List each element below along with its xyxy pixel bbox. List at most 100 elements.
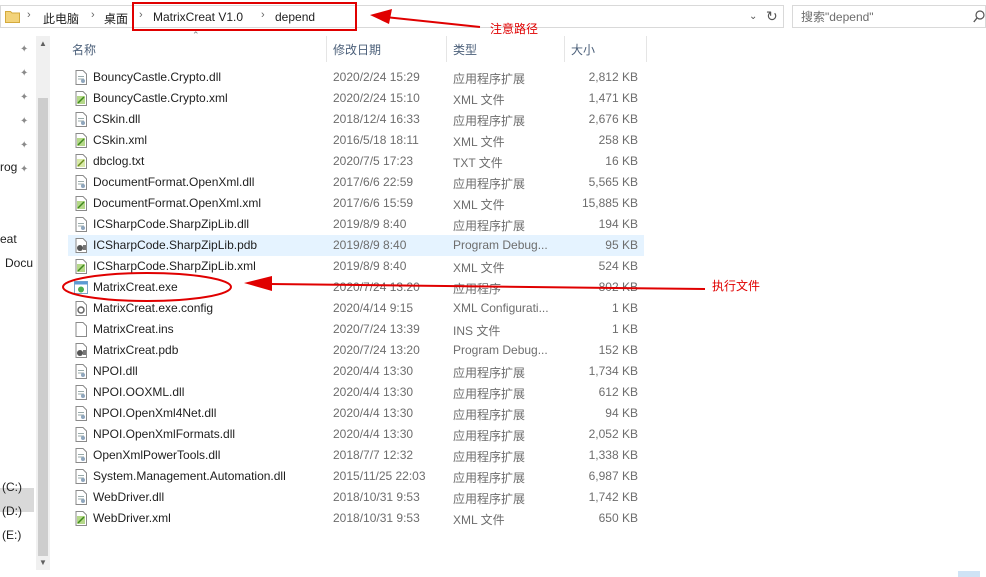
navigation-pane: ✦ ✦ ✦ ✦ ✦ ✦ rog eat Docu (C:) (D:) (E:) [0,36,36,577]
file-type: 应用程序扩展 [453,408,526,422]
file-date: 2020/2/24 15:10 [333,91,420,105]
file-row[interactable]: OpenXmlPowerTools.dll 2018/7/7 12:32 应用程序扩… [68,445,644,466]
file-type: TXT 文件 [453,156,503,170]
file-date: 2020/2/24 15:29 [333,70,420,84]
breadcrumb-separator[interactable]: › [139,9,143,21]
file-type: 应用程序扩展 [453,219,526,233]
text-file-icon [75,154,87,169]
file-row[interactable]: NPOI.OpenXml4Net.dll 2020/4/4 13:30 应用程序扩展… [68,403,644,424]
file-name: ICSharpCode.SharpZipLib.dll [93,217,250,231]
file-name: NPOI.OpenXml4Net.dll [93,406,217,420]
file-type: 应用程序扩展 [453,72,526,86]
file-size: 802 KB [598,280,638,294]
nav-item[interactable]: eat [0,232,17,246]
file-row[interactable]: CSkin.dll 2018/12/4 16:33 应用程序扩展 2,676 KB [68,109,644,130]
scroll-down-icon[interactable]: ▼ [39,558,47,567]
refresh-icon[interactable]: ↻ [766,8,778,25]
file-size: 1,471 KB [588,91,638,105]
xml-file-icon [75,259,87,274]
blank-file-icon [75,322,87,337]
file-row[interactable]: WebDriver.xml 2018/10/31 9:53 XML 文件 650 KB [68,508,644,529]
file-date: 2019/8/9 8:40 [333,259,407,273]
search-box[interactable] [792,5,986,28]
file-row[interactable]: NPOI.dll 2020/4/4 13:30 应用程序扩展 1,734 KB [68,361,644,382]
file-type: 应用程序扩展 [453,366,526,380]
file-name: ICSharpCode.SharpZipLib.pdb [93,238,258,252]
breadcrumb-this-pc[interactable]: 此电脑 [43,10,79,27]
nav-scrollbar[interactable]: ▲ ▼ [36,36,50,570]
scroll-up-icon[interactable]: ▲ [39,39,47,48]
file-row[interactable]: ICSharpCode.SharpZipLib.dll 2019/8/9 8:40… [68,214,644,235]
search-input[interactable] [801,10,961,24]
file-name: CSkin.dll [93,112,141,126]
column-header-size[interactable]: 大小 [565,36,647,62]
file-type: 应用程序扩展 [453,429,526,443]
file-row[interactable]: BouncyCastle.Crypto.dll 2020/2/24 15:29 应用… [68,67,644,88]
column-divider[interactable] [646,36,647,62]
pin-icon[interactable]: ✦ [20,92,28,103]
nav-item[interactable]: rog [0,160,17,174]
file-type: 应用程序扩展 [453,177,526,191]
file-date: 2020/4/4 13:30 [333,385,414,399]
breadcrumb-separator[interactable]: › [91,9,95,21]
file-date: 2019/8/9 8:40 [333,238,407,252]
file-date: 2018/12/4 16:33 [333,112,420,126]
file-row[interactable]: BouncyCastle.Crypto.xml 2020/2/24 15:10 XM… [68,88,644,109]
file-row[interactable]: MatrixCreat.pdb 2020/7/24 13:20 Program De… [68,340,644,361]
dll-file-icon [75,112,87,127]
file-size: 1,734 KB [588,364,638,378]
file-size: 1,742 KB [588,490,638,504]
file-row[interactable]: DocumentFormat.OpenXml.dll 2017/6/6 22:59… [68,172,644,193]
column-header-label: 修改日期 [333,43,382,57]
file-row[interactable]: NPOI.OOXML.dll 2020/4/4 13:30 应用程序扩展 612 KB [68,382,644,403]
pin-icon[interactable]: ✦ [20,140,28,151]
column-header-type[interactable]: 类型 [447,36,565,62]
file-type: XML 文件 [453,198,505,212]
file-row[interactable]: MatrixCreat.ins 2020/7/24 13:39 INS 文件 1 KB [68,319,644,340]
file-name: dbclog.txt [93,154,145,168]
file-row[interactable]: ICSharpCode.SharpZipLib.pdb 2019/8/9 8:40… [68,235,644,256]
file-row[interactable]: DocumentFormat.OpenXml.xml 2017/6/6 15:59… [68,193,644,214]
pin-icon[interactable]: ✦ [20,116,28,127]
pin-icon[interactable]: ✦ [20,68,28,79]
file-size: 94 KB [605,406,638,420]
breadcrumb-separator[interactable]: › [27,9,31,21]
breadcrumb-separator[interactable]: › [261,9,265,21]
search-icon[interactable] [973,10,985,23]
file-row[interactable]: NPOI.OpenXmlFormats.dll 2020/4/4 13:30 应用程… [68,424,644,445]
column-header-name[interactable]: 名称 [68,36,326,62]
breadcrumb-matrixcreat[interactable]: MatrixCreat V1.0 [153,10,243,24]
file-size: 1,338 KB [588,448,638,462]
folder-icon [5,11,20,23]
file-row[interactable]: MatrixCreat.exe.config 2020/4/14 9:15 XML … [68,298,644,319]
file-date: 2018/10/31 9:53 [333,511,420,525]
file-size: 16 KB [605,154,638,168]
nav-item[interactable]: Docu [5,256,33,270]
pin-icon[interactable]: ✦ [20,164,28,175]
column-header-date[interactable]: 修改日期 [327,36,447,62]
file-name: ICSharpCode.SharpZipLib.xml [93,259,256,273]
dll-file-icon [75,490,87,505]
file-name: BouncyCastle.Crypto.dll [93,70,222,84]
nav-item-drive-e[interactable]: (E:) [2,528,21,542]
file-name: CSkin.xml [93,133,148,147]
file-name: MatrixCreat.exe [93,280,178,294]
horizontal-scroll-indicator[interactable] [958,571,980,577]
breadcrumb-desktop[interactable]: 桌面 [104,10,128,27]
chevron-down-icon[interactable]: ⌄ [749,11,757,22]
nav-item-drive-c[interactable]: (C:) [2,480,22,494]
file-date: 2020/4/4 13:30 [333,406,414,420]
file-date: 2015/11/25 22:03 [333,469,426,483]
file-row[interactable]: CSkin.xml 2016/5/18 18:11 XML 文件 258 KB [68,130,644,151]
address-bar[interactable]: › 此电脑 › 桌面 › MatrixCreat V1.0 › depend ⌄… [0,5,784,28]
breadcrumb-depend[interactable]: depend [275,10,315,24]
annotation-exe-note: 执行文件 [712,279,761,293]
file-row[interactable]: ICSharpCode.SharpZipLib.xml 2019/8/9 8:40… [68,256,644,277]
file-row[interactable]: System.Management.Automation.dll 2015/11/… [68,466,644,487]
pin-icon[interactable]: ✦ [20,44,28,55]
nav-item-drive-d[interactable]: (D:) [2,504,22,518]
file-row[interactable]: dbclog.txt 2020/7/5 17:23 TXT 文件 16 KB [68,151,644,172]
file-row[interactable]: WebDriver.dll 2018/10/31 9:53 应用程序扩展 1,742 … [68,487,644,508]
file-row[interactable]: MatrixCreat.exe 2020/7/24 13:20 应用程序 802 KB [68,277,644,298]
scrollbar-thumb[interactable] [38,98,48,556]
